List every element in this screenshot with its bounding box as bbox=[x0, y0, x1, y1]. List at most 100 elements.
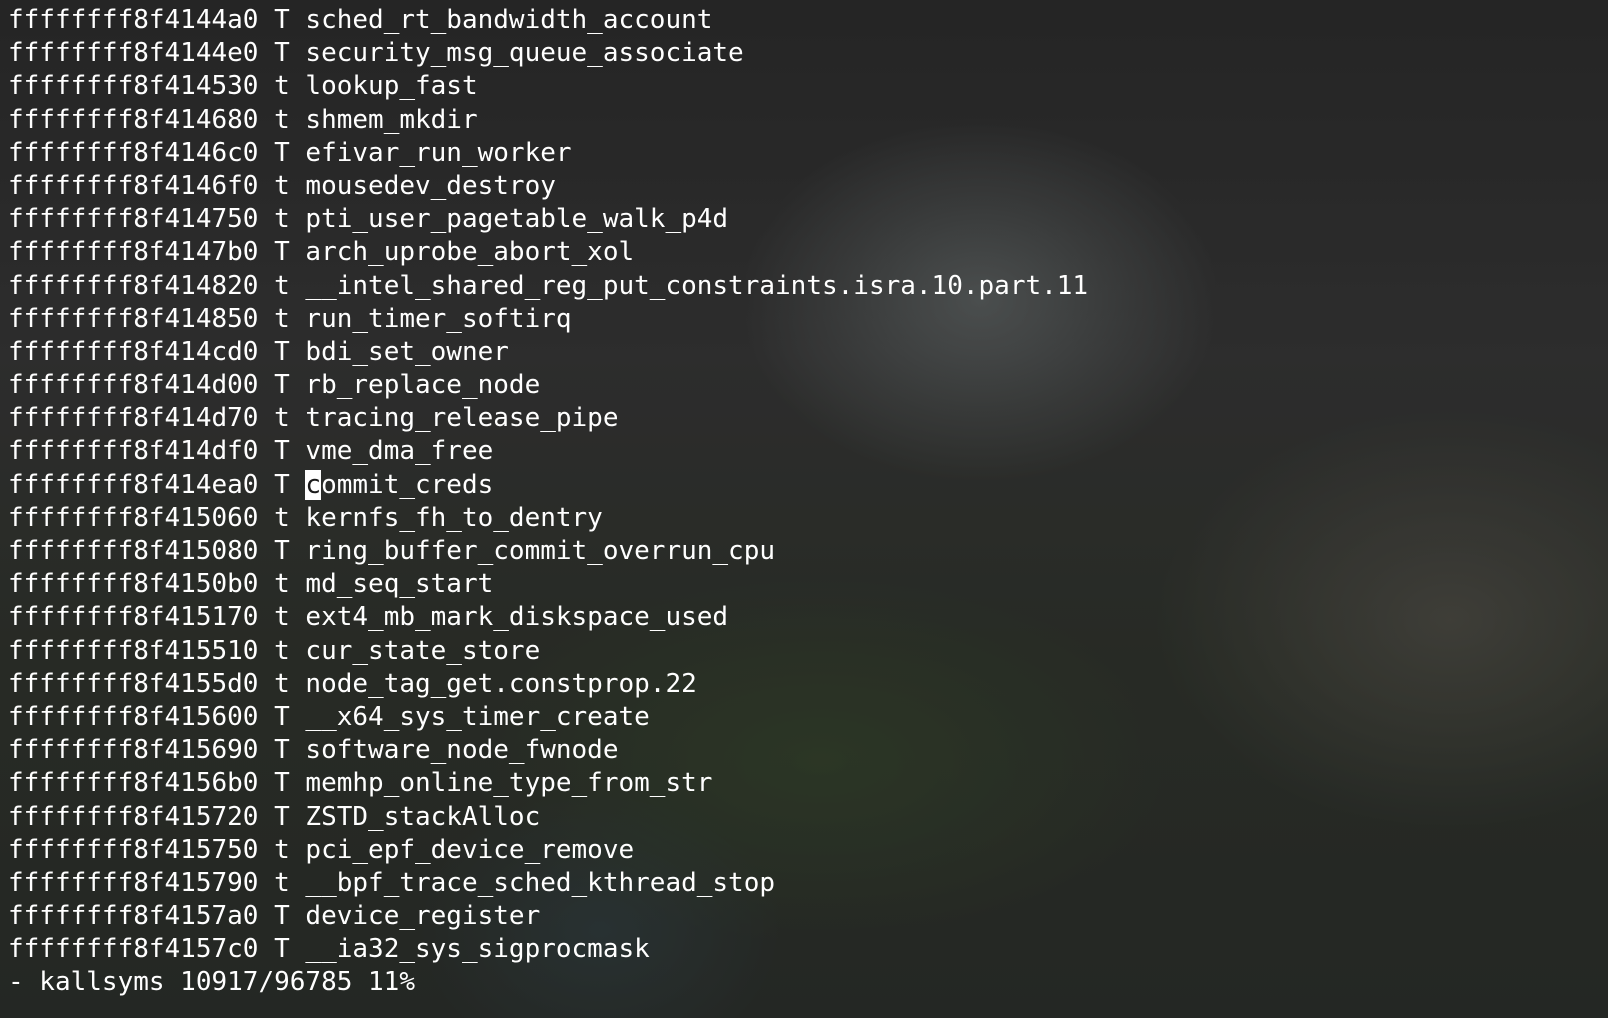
symbol-type: T bbox=[274, 536, 290, 566]
symbol-row: ffffffff8f414850 t run_timer_softirq bbox=[8, 303, 1088, 336]
symbol-row: ffffffff8f415720 T ZSTD_stackAlloc bbox=[8, 801, 1088, 834]
symbol-address: ffffffff8f415720 bbox=[8, 801, 259, 832]
symbol-row: ffffffff8f4146f0 t mousedev_destroy bbox=[8, 170, 1088, 203]
symbol-address: ffffffff8f415750 bbox=[8, 834, 259, 865]
symbol-address: ffffffff8f414750 bbox=[8, 204, 259, 235]
symbol-type: t bbox=[274, 668, 290, 699]
symbol-name: __bpf_trace_sched_kthread_stop bbox=[305, 867, 776, 898]
symbol-type: t bbox=[274, 635, 290, 666]
symbol-name: software_node_fwnode bbox=[305, 735, 619, 766]
symbol-address: ffffffff8f4147b0 bbox=[8, 237, 259, 268]
text-cursor: c bbox=[305, 469, 322, 500]
symbol-type: t bbox=[274, 403, 290, 434]
symbol-type: T bbox=[274, 469, 290, 500]
symbol-row: ffffffff8f415170 t ext4_mb_mark_diskspac… bbox=[8, 601, 1088, 634]
symbol-row: ffffffff8f415080 T ring_buffer_commit_ov… bbox=[8, 535, 1088, 568]
symbol-address: ffffffff8f414530 bbox=[8, 71, 259, 102]
symbol-address: ffffffff8f415060 bbox=[8, 502, 259, 533]
symbol-address: ffffffff8f4146c0 bbox=[8, 137, 259, 168]
symbol-address: ffffffff8f414cd0 bbox=[8, 336, 259, 367]
symbol-row: ffffffff8f414d00 T rb_replace_node bbox=[8, 369, 1088, 402]
symbol-name: pti_user_pagetable_walk_p4d bbox=[305, 204, 729, 235]
symbol-address: ffffffff8f4157c0 bbox=[8, 934, 259, 965]
symbol-row: ffffffff8f4156b0 T memhp_online_type_fro… bbox=[8, 767, 1088, 800]
symbol-row: ffffffff8f415790 t __bpf_trace_sched_kth… bbox=[8, 867, 1088, 900]
symbol-type: t bbox=[274, 270, 290, 301]
symbol-row: ffffffff8f414680 t shmem_mkdir bbox=[8, 104, 1088, 137]
symbol-name: ext4_mb_mark_diskspace_used bbox=[305, 602, 729, 633]
symbol-row: ffffffff8f4155d0 t node_tag_get.constpro… bbox=[8, 668, 1088, 701]
symbol-type: T bbox=[274, 38, 290, 69]
symbol-address: ffffffff8f4144a0 bbox=[8, 5, 259, 35]
symbol-name: arch_uprobe_abort_xol bbox=[305, 237, 635, 268]
symbol-name: bdi_set_owner bbox=[305, 336, 509, 367]
symbol-row: ffffffff8f4147b0 T arch_uprobe_abort_xol bbox=[8, 236, 1088, 269]
symbol-name: cur_state_store bbox=[305, 635, 541, 666]
symbol-name: efivar_run_worker bbox=[305, 137, 572, 168]
symbol-address: ffffffff8f414d70 bbox=[8, 403, 259, 434]
symbol-name: ring_buffer_commit_overrun_cpu bbox=[305, 536, 776, 566]
symbol-name-rest: ommit_creds bbox=[321, 469, 494, 500]
symbol-type: t bbox=[274, 502, 290, 533]
symbol-type: T bbox=[274, 237, 290, 268]
symbol-address: ffffffff8f414df0 bbox=[8, 436, 259, 467]
symbol-name: node_tag_get.constprop.22 bbox=[305, 668, 697, 699]
symbol-type: T bbox=[274, 701, 290, 732]
symbol-address: ffffffff8f4155d0 bbox=[8, 668, 259, 699]
symbol-address: ffffffff8f414d00 bbox=[8, 370, 259, 401]
symbol-address: ffffffff8f414820 bbox=[8, 270, 259, 301]
symbol-row: ffffffff8f4146c0 T efivar_run_worker bbox=[8, 137, 1088, 170]
symbol-address: ffffffff8f415690 bbox=[8, 735, 259, 766]
symbol-row: ffffffff8f415510 t cur_state_store bbox=[8, 635, 1088, 668]
symbol-name: __ia32_sys_sigprocmask bbox=[305, 934, 650, 965]
symbol-name: md_seq_start bbox=[305, 569, 494, 600]
symbol-type: T bbox=[274, 336, 290, 367]
symbol-type: T bbox=[274, 901, 290, 932]
symbol-name: __intel_shared_reg_put_constraints.isra.… bbox=[305, 270, 1089, 301]
symbol-type: T bbox=[274, 137, 290, 168]
symbol-address: ffffffff8f415510 bbox=[8, 635, 259, 666]
symbol-row: ffffffff8f414df0 T vme_dma_free bbox=[8, 435, 1088, 468]
symbol-name: vme_dma_free bbox=[305, 436, 494, 467]
symbol-address: ffffffff8f4146f0 bbox=[8, 170, 259, 201]
symbol-name: lookup_fast bbox=[305, 71, 478, 102]
symbol-type: t bbox=[274, 867, 290, 898]
symbol-row: ffffffff8f4144e0 T security_msg_queue_as… bbox=[8, 37, 1088, 70]
symbol-name: rb_replace_node bbox=[305, 370, 541, 401]
symbol-row: ffffffff8f4144a0 T sched_rt_bandwidth_ac… bbox=[8, 4, 1088, 37]
symbol-row: ffffffff8f4157c0 T __ia32_sys_sigprocmas… bbox=[8, 933, 1088, 966]
symbol-row: ffffffff8f415060 t kernfs_fh_to_dentry bbox=[8, 502, 1088, 535]
symbol-name: ZSTD_stackAlloc bbox=[305, 801, 541, 832]
symbol-address: ffffffff8f414680 bbox=[8, 104, 259, 135]
symbol-row: ffffffff8f415750 t pci_epf_device_remove bbox=[8, 834, 1088, 867]
symbol-row: ffffffff8f414530 t lookup_fast bbox=[8, 70, 1088, 103]
terminal-window[interactable]: ffffffff8f4144a0 T sched_rt_bandwidth_ac… bbox=[0, 0, 1608, 1018]
symbol-address: ffffffff8f415170 bbox=[8, 602, 259, 633]
symbol-address: ffffffff8f415790 bbox=[8, 867, 259, 898]
symbol-type: t bbox=[274, 104, 290, 135]
symbol-row: ffffffff8f4150b0 t md_seq_start bbox=[8, 568, 1088, 601]
symbol-type: T bbox=[274, 370, 290, 401]
symbol-name: __x64_sys_timer_create bbox=[305, 701, 650, 732]
symbol-row: ffffffff8f415690 T software_node_fwnode bbox=[8, 734, 1088, 767]
symbol-type: T bbox=[274, 436, 290, 467]
symbol-name: memhp_online_type_from_str bbox=[305, 768, 713, 799]
symbol-row: ffffffff8f415600 T __x64_sys_timer_creat… bbox=[8, 701, 1088, 734]
symbol-type: t bbox=[274, 834, 290, 865]
symbol-type: t bbox=[274, 71, 290, 102]
symbol-type: T bbox=[274, 934, 290, 965]
symbol-name: run_timer_softirq bbox=[305, 303, 572, 334]
symbol-name: mousedev_destroy bbox=[305, 170, 556, 201]
symbol-type: T bbox=[274, 5, 290, 35]
symbol-name: tracing_release_pipe bbox=[305, 403, 619, 434]
symbol-name: commit_creds bbox=[305, 469, 494, 500]
symbol-name: kernfs_fh_to_dentry bbox=[305, 502, 603, 533]
symbol-address: ffffffff8f415080 bbox=[8, 536, 259, 566]
symbol-name: sched_rt_bandwidth_account bbox=[305, 5, 713, 35]
symbol-row: ffffffff8f414ea0 T commit_creds bbox=[8, 469, 1088, 502]
symbol-row: ffffffff8f4157a0 T device_register bbox=[8, 900, 1088, 933]
symbol-type: t bbox=[274, 204, 290, 235]
symbol-address: ffffffff8f415600 bbox=[8, 701, 259, 732]
symbol-address: ffffffff8f4144e0 bbox=[8, 38, 259, 69]
symbol-row: ffffffff8f414d70 t tracing_release_pipe bbox=[8, 402, 1088, 435]
